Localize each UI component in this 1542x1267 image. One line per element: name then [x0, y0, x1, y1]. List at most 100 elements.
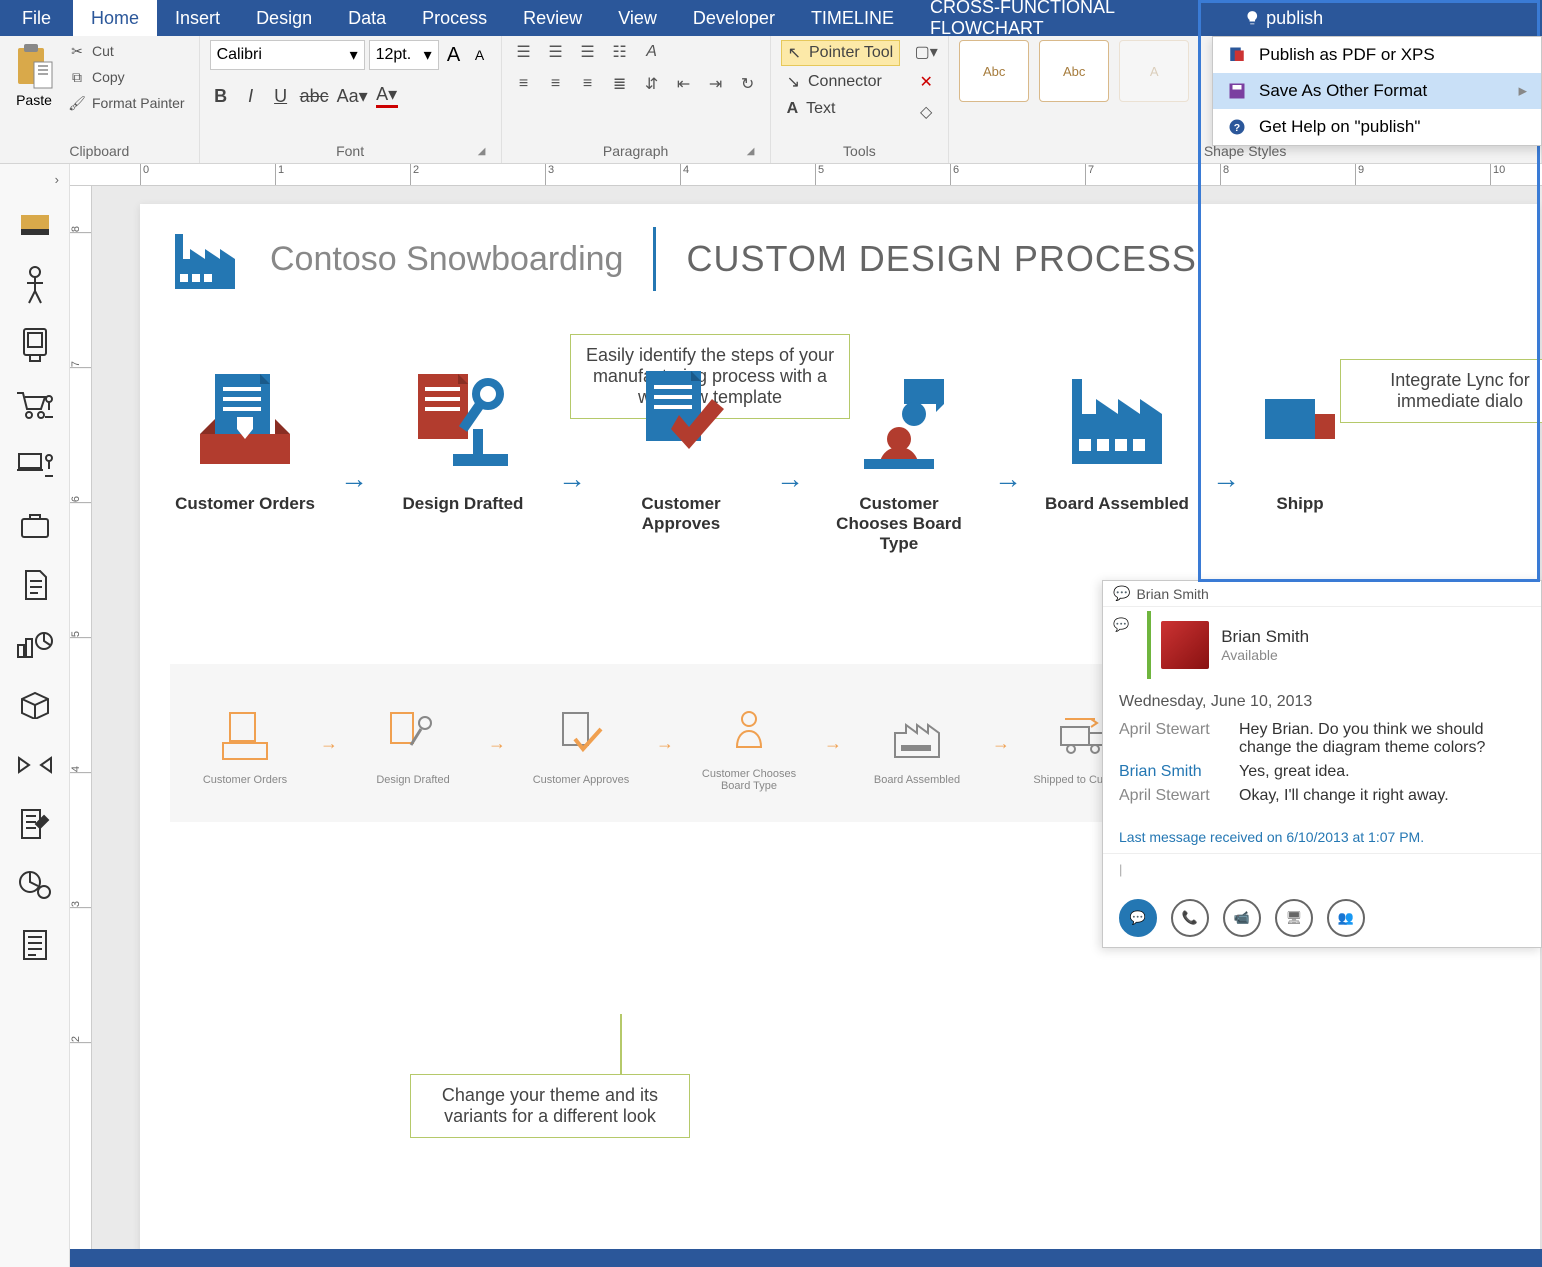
tab-view[interactable]: View [600, 0, 675, 36]
shape-style-2[interactable]: Abc [1039, 40, 1109, 102]
shape-style-3[interactable]: A [1119, 40, 1189, 102]
stencil-chart-icon[interactable] [15, 623, 55, 667]
stencil-pie-clock-icon[interactable] [15, 863, 55, 907]
rectangle-tool-button[interactable]: ▢▾ [914, 40, 938, 64]
tab-insert[interactable]: Insert [157, 0, 238, 36]
variant-item[interactable]: Design Drafted [358, 700, 468, 786]
stencil-document-lines-icon[interactable] [15, 923, 55, 967]
flow-shipped[interactable]: Shipp [1260, 354, 1340, 514]
ruler-tick: 0 [140, 164, 149, 185]
flow-customer-orders[interactable]: Customer Orders [170, 354, 320, 514]
shape-style-1[interactable]: Abc [959, 40, 1029, 102]
flow-design-drafted[interactable]: Design Drafted [388, 354, 538, 514]
stencil-person-icon[interactable] [15, 263, 55, 307]
variant-item[interactable]: Board Assembled [862, 700, 972, 786]
tellme-publish-pdf[interactable]: Publish as PDF or XPS [1213, 37, 1541, 73]
variant-label: Board Assembled [874, 774, 960, 786]
message-text: Yes, great idea. [1239, 763, 1525, 781]
align-right-button[interactable]: ≡ [576, 72, 600, 96]
arrow-icon: → [340, 463, 368, 495]
align-center-button[interactable]: ≡ [544, 72, 568, 96]
tab-file[interactable]: File [0, 0, 73, 36]
chat-timestamp-note: Last message received on 6/10/2013 at 1:… [1103, 821, 1541, 853]
tab-flowchart[interactable]: CROSS-FUNCTIONAL FLOWCHART [912, 0, 1232, 36]
indent-decrease-button[interactable]: ⇤ [672, 72, 696, 96]
text-tool-button[interactable]: AText [781, 98, 901, 120]
format-painter-button[interactable]: 🖌Format Painter [64, 92, 189, 114]
tellme-help[interactable]: ? Get Help on "publish" [1213, 109, 1541, 145]
stencil-box-icon[interactable] [15, 683, 55, 727]
align-left-button[interactable]: ≡ [512, 72, 536, 96]
line-spacing-button[interactable]: ⇵ [640, 72, 664, 96]
dialog-launcher[interactable]: ◢ [744, 145, 758, 159]
connector-tool-button[interactable]: ↘Connector [781, 70, 901, 94]
lync-chat-window[interactable]: 💬 Brian Smith 💬 Brian Smith Available We… [1102, 580, 1542, 948]
chat-titlebar[interactable]: 💬 Brian Smith [1103, 581, 1541, 607]
pointer-tool-button[interactable]: ↖Pointer Tool [781, 40, 901, 66]
tab-review[interactable]: Review [505, 0, 600, 36]
tellme-save-other[interactable]: Save As Other Format ▸ [1213, 73, 1541, 109]
stencil-cart-person-icon[interactable] [15, 383, 55, 427]
paste-button[interactable]: Paste [10, 40, 58, 110]
stencil-document-pen-icon[interactable] [15, 803, 55, 847]
align-bottom-button[interactable]: ☰ [576, 40, 600, 64]
chat-call-button[interactable]: 📞 [1171, 899, 1209, 937]
stencil-kiosk-icon[interactable] [15, 323, 55, 367]
clear-format-button[interactable]: A [640, 40, 664, 64]
stencil-briefcase-icon[interactable] [15, 503, 55, 547]
chat-message: Brian SmithYes, great idea. [1119, 763, 1525, 781]
variant-item[interactable]: Customer Orders [190, 700, 300, 786]
chat-present-button[interactable]: 🖥 [1275, 899, 1313, 937]
tab-data[interactable]: Data [330, 0, 404, 36]
chat-participants-button[interactable]: 👥 [1327, 899, 1365, 937]
chat-video-button[interactable]: 📹 [1223, 899, 1261, 937]
stencil-laptop-person-icon[interactable] [15, 443, 55, 487]
flow-customer-chooses[interactable]: Customer Chooses Board Type [824, 354, 974, 554]
variant-item[interactable]: Customer Chooses Board Type [694, 694, 804, 792]
tab-home[interactable]: Home [73, 0, 157, 36]
underline-button[interactable]: U [270, 86, 292, 107]
flow-board-assembled[interactable]: Board Assembled [1042, 354, 1192, 514]
justify-button[interactable]: ≣ [608, 72, 632, 96]
font-name-select[interactable]: Calibri▾ [210, 40, 365, 70]
dialog-launcher[interactable]: ◢ [475, 145, 489, 159]
arrow-icon: → [776, 463, 804, 495]
italic-button[interactable]: I [240, 86, 262, 107]
expand-panel-button[interactable]: › [55, 172, 69, 187]
flow-label: Customer Approves [606, 494, 756, 534]
font-color-button[interactable]: A▾ [376, 84, 398, 108]
close-tool-button[interactable]: ✕ [914, 70, 938, 94]
cut-label: Cut [92, 43, 114, 59]
stencil-document-icon[interactable] [15, 563, 55, 607]
tab-timeline[interactable]: TIMELINE [793, 0, 912, 36]
text-direction-button[interactable]: ↻ [736, 72, 760, 96]
cut-button[interactable]: ✂Cut [64, 40, 189, 62]
chat-input[interactable]: | [1103, 853, 1541, 889]
tell-me-input[interactable] [1266, 8, 1530, 29]
flow-customer-approves[interactable]: Customer Approves [606, 354, 756, 534]
chat-bubble-icon[interactable]: 💬 [1103, 607, 1139, 643]
chat-im-button[interactable]: 💬 [1119, 899, 1157, 937]
variant-item[interactable]: Customer Approves [526, 700, 636, 786]
tab-developer[interactable]: Developer [675, 0, 793, 36]
font-size: 12pt. [376, 46, 412, 64]
align-middle-button[interactable]: ☰ [544, 40, 568, 64]
stencil-swap-icon[interactable] [15, 743, 55, 787]
font-size-select[interactable]: 12pt. ▾ [369, 40, 439, 70]
chevron-down-icon: ▾ [424, 45, 432, 65]
copy-button[interactable]: ⧉Copy [64, 66, 189, 88]
grow-font-button[interactable]: A [443, 44, 465, 67]
shrink-font-button[interactable]: A [469, 47, 491, 63]
align-top-button[interactable]: ☰ [512, 40, 536, 64]
bullets-button[interactable]: ☷ [608, 40, 632, 64]
connection-point-button[interactable]: ◇ [914, 100, 938, 124]
tab-design[interactable]: Design [238, 0, 330, 36]
tell-me-search[interactable] [1232, 0, 1542, 36]
stencil-flag-icon[interactable] [15, 203, 55, 247]
indent-increase-button[interactable]: ⇥ [704, 72, 728, 96]
bold-button[interactable]: B [210, 86, 232, 107]
tellme-item-label: Get Help on "publish" [1259, 117, 1420, 137]
tab-process[interactable]: Process [404, 0, 505, 36]
strikethrough-button[interactable]: abc [300, 86, 329, 107]
change-case-button[interactable]: Aa▾ [337, 86, 368, 107]
